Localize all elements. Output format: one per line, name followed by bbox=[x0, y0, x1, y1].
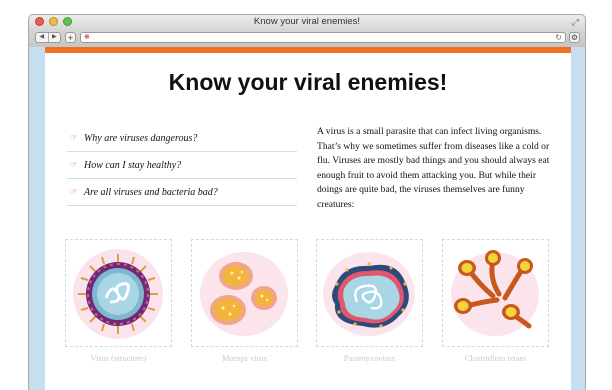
gallery-caption: Clostridium tetani bbox=[464, 353, 527, 363]
window-titlebar: Know your viral enemies! ⤢ bbox=[28, 14, 586, 30]
question-link[interactable]: ☞ Why are viruses dangerous? bbox=[67, 125, 297, 152]
gallery-card[interactable] bbox=[316, 239, 423, 347]
question-link[interactable]: ☞ How can I stay healthy? bbox=[67, 152, 297, 179]
pointing-hand-icon: ☞ bbox=[69, 159, 78, 171]
pointing-hand-icon: ☞ bbox=[69, 132, 78, 144]
reload-icon[interactable]: ↻ bbox=[555, 33, 562, 42]
intro-paragraph: A virus is a small parasite that can inf… bbox=[317, 126, 550, 210]
clostridium-tetani-illustration bbox=[451, 250, 539, 336]
question-text[interactable]: Why are viruses dangerous? bbox=[84, 133, 197, 144]
back-arrow-icon[interactable]: ◀ bbox=[36, 33, 48, 42]
browser-toolbar: ◀ ▶ + ❋ ↻ ⚙ bbox=[28, 30, 586, 47]
paramyxovirus-illustration bbox=[323, 252, 415, 336]
favicon-icon: ❋ bbox=[84, 34, 90, 41]
mumps-virus-illustration bbox=[200, 252, 288, 336]
gallery-caption: Virus (structure) bbox=[90, 353, 147, 363]
question-text[interactable]: Are all viruses and bacteria bad? bbox=[84, 187, 218, 198]
question-list: ☞ Why are viruses dangerous? ☞ How can I… bbox=[67, 125, 297, 206]
fullscreen-icon[interactable]: ⤢ bbox=[572, 17, 579, 28]
gallery-caption: Mumps virus bbox=[221, 353, 268, 363]
forward-arrow-icon[interactable]: ▶ bbox=[47, 33, 61, 42]
question-text[interactable]: How can I stay healthy? bbox=[84, 160, 181, 171]
gallery-card[interactable] bbox=[65, 239, 172, 347]
virus-structure-illustration bbox=[73, 249, 163, 339]
accent-bar bbox=[45, 47, 571, 53]
browser-viewport: Know your viral enemies! ☞ Why are virus… bbox=[28, 47, 586, 390]
gallery-card[interactable] bbox=[442, 239, 549, 347]
settings-icon[interactable]: ⚙ bbox=[569, 32, 580, 43]
question-link[interactable]: ☞ Are all viruses and bacteria bad? bbox=[67, 179, 297, 206]
address-bar[interactable]: ❋ ↻ bbox=[80, 32, 566, 43]
gallery-caption: Paramyxovirus bbox=[343, 353, 396, 363]
web-page: Know your viral enemies! ☞ Why are virus… bbox=[45, 47, 571, 390]
window-title: Know your viral enemies! bbox=[253, 16, 361, 27]
nav-buttons: ◀ ▶ bbox=[35, 32, 61, 43]
gallery-card[interactable] bbox=[191, 239, 298, 347]
page-title: Know your viral enemies! bbox=[168, 69, 448, 95]
new-tab-button[interactable]: + bbox=[65, 32, 76, 43]
pointing-hand-icon: ☞ bbox=[69, 186, 78, 198]
